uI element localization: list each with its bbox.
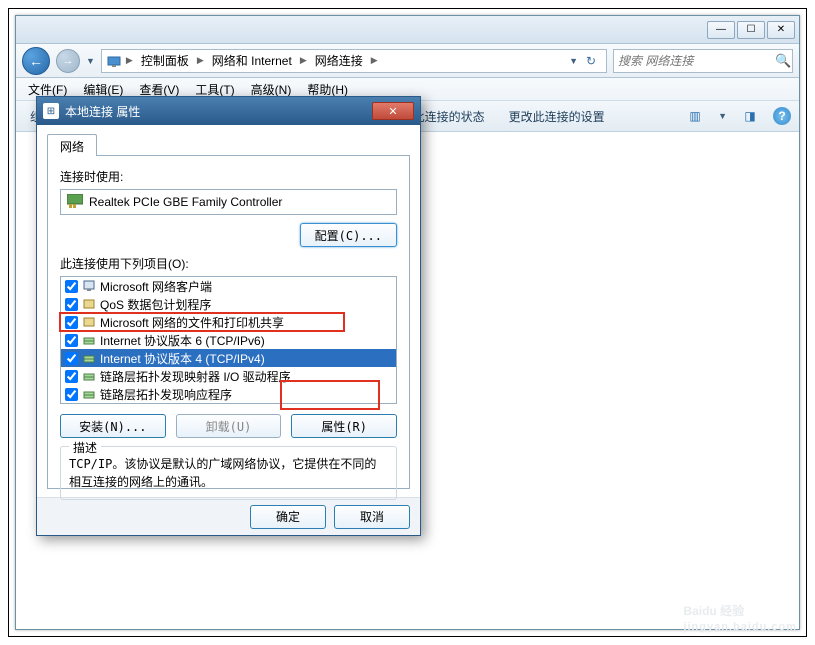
item-label: Microsoft 网络客户端: [100, 278, 212, 295]
description-legend: 描述: [69, 439, 101, 456]
dialog-close-button[interactable]: ✕: [372, 102, 414, 120]
chevron-right-icon: ▶: [124, 55, 135, 66]
connection-icon: ⊞: [43, 103, 59, 119]
device-name: Realtek PCIe GBE Family Controller: [89, 195, 282, 209]
list-item[interactable]: Internet 协议版本 6 (TCP/IPv6): [61, 331, 396, 349]
window-chrome: — ☐ ✕: [16, 16, 799, 44]
tab-strip: 网络: [47, 133, 410, 155]
connect-using-label: 连接时使用:: [60, 168, 397, 185]
install-button[interactable]: 安装(N)...: [60, 414, 166, 438]
tab-network[interactable]: 网络: [47, 134, 97, 156]
description-group: 描述 TCP/IP。该协议是默认的广域网络协议，它提供在不同的相互连接的网络上的…: [60, 446, 397, 500]
nav-chevron-icon[interactable]: ▼: [86, 56, 95, 66]
item-checkbox[interactable]: [65, 388, 78, 401]
list-item[interactable]: Microsoft 网络客户端: [61, 277, 396, 295]
network-icon: [106, 53, 122, 69]
item-checkbox[interactable]: [65, 298, 78, 311]
breadcrumb-item[interactable]: 网络连接: [311, 50, 367, 71]
item-checkbox[interactable]: [65, 280, 78, 293]
configure-button[interactable]: 配置(C)...: [300, 223, 397, 247]
item-label: Internet 协议版本 4 (TCP/IPv4): [100, 350, 265, 367]
device-field[interactable]: Realtek PCIe GBE Family Controller: [60, 189, 397, 215]
breadcrumb-item[interactable]: 控制面板: [137, 50, 193, 71]
window-close-button[interactable]: ✕: [767, 21, 795, 39]
breadcrumb-item[interactable]: 网络和 Internet: [208, 50, 296, 71]
minimize-button[interactable]: —: [707, 21, 735, 39]
dialog-title-text: 本地连接 属性: [65, 103, 140, 120]
item-checkbox[interactable]: [65, 370, 78, 383]
item-checkbox[interactable]: [65, 352, 78, 365]
preview-pane-icon[interactable]: ◨: [739, 105, 761, 127]
item-label: Internet 协议版本 6 (TCP/IPv6): [100, 332, 265, 349]
breadcrumb[interactable]: ▶ 控制面板 ▶ 网络和 Internet ▶ 网络连接 ▶ ▼ ↻: [101, 49, 607, 73]
view-icon[interactable]: ▥: [684, 105, 706, 127]
help-icon[interactable]: ?: [773, 107, 791, 125]
search-input[interactable]: [618, 54, 775, 68]
protocol-icon: [82, 351, 96, 365]
service-icon: [82, 297, 96, 311]
protocol-icon: [82, 333, 96, 347]
back-button[interactable]: ←: [22, 47, 50, 75]
chevron-right-icon: ▶: [195, 55, 206, 66]
uninstall-button: 卸载(U): [176, 414, 282, 438]
forward-button[interactable]: →: [56, 49, 80, 73]
highlight-item: [59, 312, 345, 332]
item-label: 链路层拓扑发现映射器 I/O 驱动程序: [100, 368, 291, 385]
highlight-properties-btn: [280, 380, 380, 410]
refresh-icon[interactable]: ↻: [580, 50, 602, 72]
cancel-button[interactable]: 取消: [334, 505, 410, 529]
view-chevron-icon[interactable]: ▼: [718, 111, 727, 121]
list-item[interactable]: QoS 数据包计划程序: [61, 295, 396, 313]
list-item[interactable]: Internet 协议版本 4 (TCP/IPv4): [61, 349, 396, 367]
protocol-icon: [82, 387, 96, 401]
dropdown-chevron-icon[interactable]: ▼: [569, 56, 578, 66]
chevron-right-icon: ▶: [298, 55, 309, 66]
dialog-body: 网络 连接时使用: Realtek PCIe GBE Family Contro…: [37, 125, 420, 497]
toolbar-settings[interactable]: 更改此连接的设置: [503, 104, 611, 129]
ok-button[interactable]: 确定: [250, 505, 326, 529]
maximize-button[interactable]: ☐: [737, 21, 765, 39]
items-label: 此连接使用下列项目(O):: [60, 255, 397, 272]
search-box[interactable]: 🔍: [613, 49, 793, 73]
dialog-titlebar[interactable]: ⊞ 本地连接 属性 ✕: [37, 97, 420, 125]
description-text: TCP/IP。该协议是默认的广域网络协议，它提供在不同的相互连接的网络上的通讯。: [69, 455, 388, 491]
client-icon: [82, 279, 96, 293]
search-icon[interactable]: 🔍: [775, 53, 791, 69]
item-buttons: 安装(N)... 卸载(U) 属性(R): [60, 414, 397, 438]
nav-bar: ← → ▼ ▶ 控制面板 ▶ 网络和 Internet ▶ 网络连接 ▶ ▼ ↻…: [16, 44, 799, 78]
item-checkbox[interactable]: [65, 334, 78, 347]
item-label: 链路层拓扑发现响应程序: [100, 386, 232, 403]
item-label: QoS 数据包计划程序: [100, 296, 211, 313]
nic-icon: [67, 194, 83, 211]
protocol-icon: [82, 369, 96, 383]
dialog-footer: 确定 取消: [37, 497, 420, 535]
item-properties-button[interactable]: 属性(R): [291, 414, 397, 438]
chevron-right-icon: ▶: [369, 55, 380, 66]
